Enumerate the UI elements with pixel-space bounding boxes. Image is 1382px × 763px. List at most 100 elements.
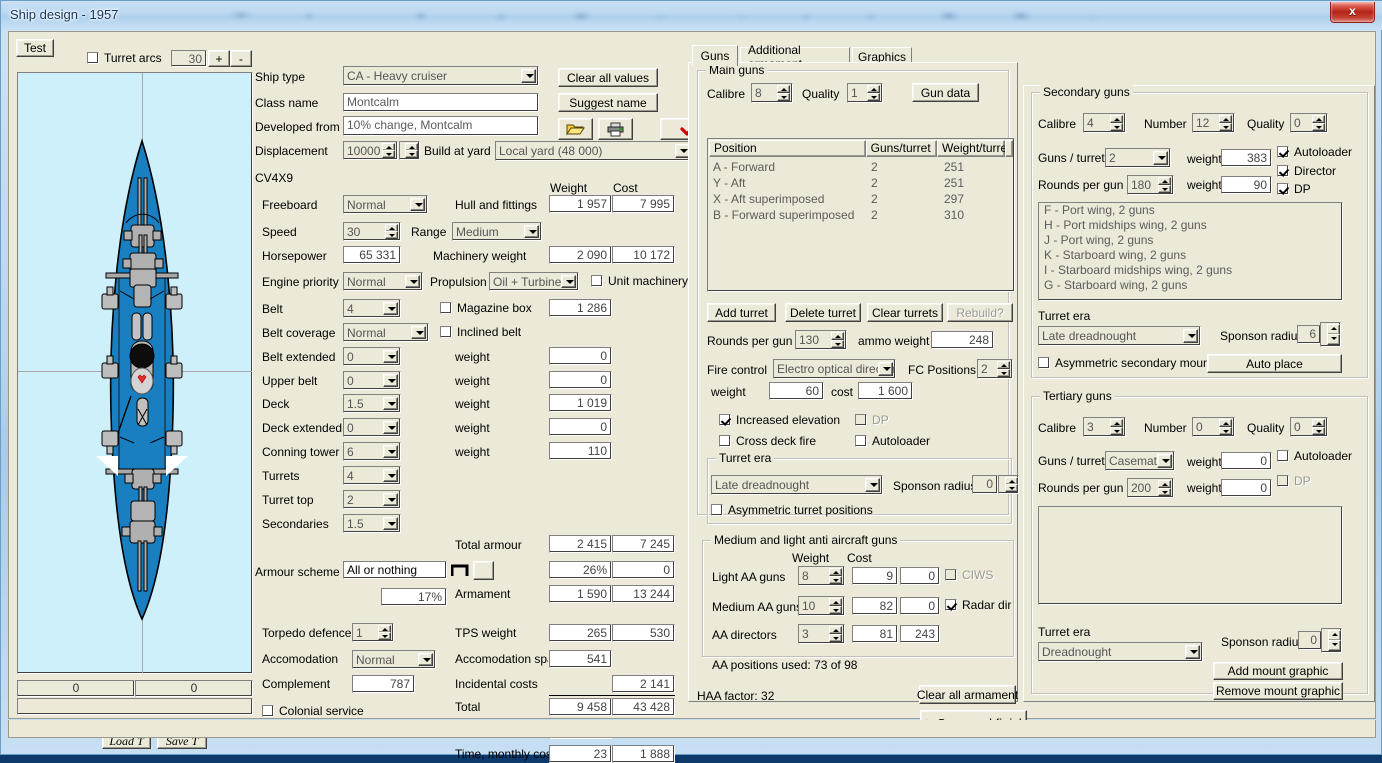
medium-aa-up-arrow[interactable] [829, 598, 842, 606]
chevron-down-icon[interactable] [1153, 151, 1168, 165]
radar-dir-checkbox-box[interactable] [945, 599, 957, 611]
chevron-down-icon[interactable] [383, 374, 398, 387]
unit-machinery-checkbox-box[interactable] [591, 275, 603, 287]
belt-extended-select[interactable]: 0 [343, 347, 401, 366]
ship-type-select[interactable]: CA - Heavy cruiser [343, 66, 539, 86]
fire-control-select[interactable]: Electro optical director [773, 359, 896, 379]
add-mount-graphic-button[interactable]: Add mount graphic [1213, 662, 1343, 680]
secondary-rounds-per-gun-input[interactable]: 180 [1127, 175, 1174, 195]
table-row[interactable]: A - Forward 2 251 [710, 159, 1012, 175]
fc-positions-input[interactable]: 2 [977, 359, 1013, 379]
chevron-down-icon[interactable] [383, 421, 398, 434]
main-guns-calibre-down-arrow[interactable] [777, 93, 790, 101]
secondary-positions-listbox[interactable]: F - Port wing, 2 guns H - Port midships … [1038, 202, 1343, 301]
secondary-calibre-up-arrow[interactable] [1110, 115, 1123, 123]
colonial-service-checkbox-box[interactable] [262, 705, 274, 717]
tertiary-quality-up-arrow[interactable] [1312, 419, 1325, 427]
suggest-name-button[interactable]: Suggest name [558, 93, 658, 112]
range-select[interactable]: Medium [452, 222, 542, 241]
add-turret-button[interactable]: Add turret [707, 303, 776, 322]
fc-positions-up-arrow[interactable] [997, 361, 1010, 369]
secondary-number-input[interactable]: 12 [1192, 113, 1235, 133]
chevron-down-icon[interactable] [383, 445, 398, 458]
rounds-per-gun-up-arrow[interactable] [831, 332, 844, 340]
tertiary-sponson-radius-value[interactable]: 0 [1298, 631, 1322, 650]
tertiary-calibre-up-arrow[interactable] [1110, 419, 1123, 427]
chevron-down-icon[interactable] [1185, 645, 1200, 659]
chevron-down-icon[interactable] [865, 478, 880, 492]
tertiary-rounds-up-arrow[interactable] [1158, 480, 1171, 488]
medium-aa-guns-input[interactable]: 10 [798, 596, 845, 616]
chevron-down-icon[interactable] [405, 275, 420, 288]
fc-positions-down-arrow[interactable] [997, 369, 1010, 377]
remove-mount-graphic-button[interactable]: Remove mount graphic [1213, 682, 1343, 700]
table-row[interactable]: Y - Aft 2 251 [710, 175, 1012, 191]
turret-top-select[interactable]: 2 [343, 490, 401, 509]
chevron-down-icon[interactable] [410, 198, 425, 211]
secondary-director-checkbox-box[interactable] [1277, 165, 1289, 177]
secondary-quality-input[interactable]: 0 [1290, 113, 1328, 133]
secondary-sponson-radius-spinner[interactable] [1320, 322, 1341, 347]
tertiary-quality-down-arrow[interactable] [1312, 427, 1325, 435]
chevron-down-icon[interactable] [1183, 329, 1198, 343]
asymmetric-turret-positions-checkbox-box[interactable] [711, 504, 723, 516]
tertiary-turret-era-select[interactable]: Dreadnought [1038, 642, 1203, 662]
main-guns-sponson-radius-spinner[interactable] [998, 475, 1019, 494]
chevron-down-icon[interactable] [383, 517, 398, 530]
main-guns-autoloader-checkbox-box[interactable] [855, 435, 867, 447]
tertiary-sponson-radius-spinner[interactable] [1321, 628, 1342, 653]
tertiary-number-down-arrow[interactable] [1219, 427, 1232, 435]
print-design-button[interactable] [598, 118, 633, 140]
secondaries-armour-select[interactable]: 1.5 [343, 514, 401, 533]
chevron-down-icon[interactable] [561, 275, 576, 288]
close-button[interactable]: x [1330, 2, 1375, 23]
clear-turrets-button[interactable]: Clear turrets [867, 303, 943, 322]
secondary-sponson-radius-value[interactable]: 6 [1297, 325, 1321, 344]
chevron-down-icon[interactable] [411, 326, 426, 339]
tertiary-guns-per-turret-select[interactable]: Casemat [1105, 451, 1175, 471]
list-item[interactable]: G - Starboard wing, 2 guns [1039, 278, 1342, 293]
secondary-quality-down-arrow[interactable] [1312, 123, 1325, 131]
belt-coverage-select[interactable]: Normal [343, 323, 429, 342]
main-guns-rounds-per-gun-input[interactable]: 130 [795, 330, 847, 350]
table-row[interactable]: B - Forward superimposed 2 310 [710, 207, 1012, 223]
tertiary-rounds-down-arrow[interactable] [1158, 488, 1171, 496]
light-aa-guns-input[interactable]: 8 [798, 566, 845, 586]
speed-down-arrow[interactable] [385, 231, 398, 239]
tertiary-rounds-per-gun-input[interactable]: 200 [1127, 478, 1174, 498]
speed-input[interactable]: 30 [343, 222, 401, 241]
turret-arcs-decrement-button[interactable]: - [230, 50, 252, 67]
displacement-down-arrow[interactable] [382, 150, 395, 158]
ship-preview-canvas[interactable] [17, 72, 253, 674]
main-guns-quality-up-arrow[interactable] [867, 85, 880, 93]
turret-arcs-value[interactable]: 30 [171, 50, 207, 67]
main-guns-col-guns-per-turret[interactable]: Guns/turret [866, 140, 937, 157]
propulsion-select[interactable]: Oil + Turbine [489, 272, 579, 291]
chevron-down-icon[interactable] [383, 302, 398, 315]
chevron-down-icon[interactable] [383, 350, 398, 363]
secondary-sponson-down-arrow[interactable] [1327, 334, 1340, 345]
delete-turret-button[interactable]: Delete turret [785, 303, 861, 322]
gun-data-button[interactable]: Gun data [912, 83, 979, 102]
developed-from-input[interactable]: 10% change, Montcalm [343, 116, 539, 136]
light-aa-down-arrow[interactable] [829, 576, 842, 584]
medium-aa-down-arrow[interactable] [829, 606, 842, 614]
turrets-armour-select[interactable]: 4 [343, 466, 401, 485]
secondary-calibre-down-arrow[interactable] [1110, 123, 1123, 131]
tab-guns[interactable]: Guns [692, 45, 738, 66]
chevron-down-icon[interactable] [1157, 454, 1172, 468]
list-item[interactable]: I - Starboard midships wing, 2 guns [1039, 263, 1342, 278]
chevron-down-icon[interactable] [383, 493, 398, 506]
main-guns-sponson-radius-value[interactable]: 0 [972, 475, 998, 494]
deck-select[interactable]: 1.5 [343, 394, 401, 413]
main-guns-turret-era-select[interactable]: Late dreadnought [711, 475, 883, 495]
belt-select[interactable]: 4 [343, 299, 401, 318]
aa-directors-input[interactable]: 3 [798, 624, 845, 644]
build-at-yard-select[interactable]: Local yard (48 000) [495, 141, 693, 161]
tertiary-quality-input[interactable]: 0 [1290, 417, 1328, 437]
turret-arcs-checkbox-box[interactable] [87, 52, 99, 64]
chevron-down-icon[interactable] [383, 469, 398, 482]
list-item[interactable]: H - Port midships wing, 2 guns [1039, 218, 1342, 233]
main-guns-table[interactable]: Position Guns/turret Weight/turret A - F… [707, 138, 1015, 292]
cross-deck-fire-checkbox-box[interactable] [719, 435, 731, 447]
